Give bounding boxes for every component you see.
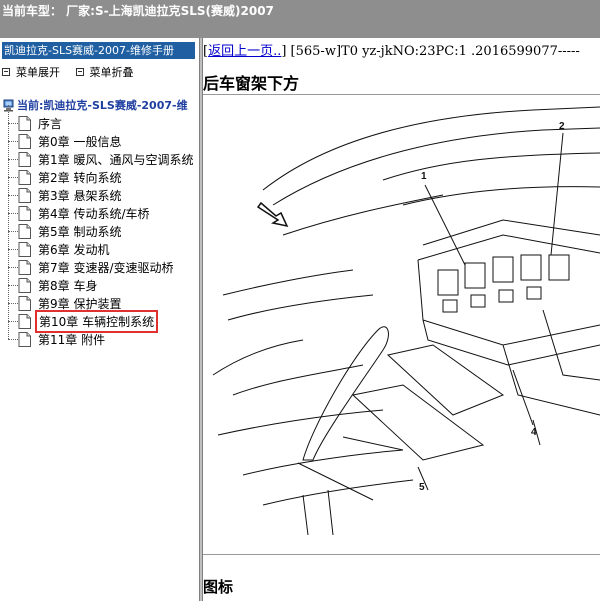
current-model-title: 当前车型： 厂家:S-上海凯迪拉克SLS(赛威)2007	[2, 4, 274, 18]
tree-line	[8, 303, 18, 304]
document-icon	[18, 206, 31, 221]
tree-item-label: 第0章 一般信息	[38, 135, 122, 149]
tree-line	[8, 213, 9, 231]
tree-item-label: 第4章 传动系统/车桥	[38, 207, 150, 221]
tree-line	[8, 105, 9, 123]
tree-line	[8, 141, 9, 159]
tree-line	[8, 159, 18, 160]
tree-item-label: 第1章 暖风、通风与空调系统	[38, 153, 194, 167]
tree-line	[8, 123, 9, 141]
tree-item-label: 第3章 悬架系统	[38, 189, 122, 203]
collapse-menu-button[interactable]: 菜单折叠	[75, 64, 134, 80]
back-link[interactable]: 返回上一页..	[208, 44, 281, 59]
title-bar: 当前车型： 厂家:S-上海凯迪拉克SLS(赛威)2007	[0, 0, 600, 38]
tree-line	[8, 123, 18, 124]
expand-menu-button[interactable]: 菜单展开	[2, 64, 60, 80]
tree-line	[8, 285, 9, 303]
document-icon	[18, 188, 31, 203]
tree-line	[8, 177, 18, 178]
document-icon	[18, 314, 31, 329]
expand-menu-label: 菜单展开	[16, 66, 60, 79]
tree-line	[8, 231, 18, 232]
tree-line	[8, 141, 18, 142]
document-icon	[18, 224, 31, 239]
tree-line	[8, 159, 9, 177]
document-icon	[18, 116, 31, 131]
tree-item-label: 第8章 车身	[38, 279, 98, 293]
callout-5: 5	[419, 482, 425, 493]
tree-item-label: 序言	[38, 117, 63, 131]
document-icon	[18, 296, 31, 311]
collapse-menu-label: 菜单折叠	[89, 66, 134, 79]
breadcrumb: [返回上一页..] [565-w]T0 yz-jkNO:23PC:1 .2016…	[203, 40, 580, 59]
tree-line	[8, 195, 18, 196]
callout-1: 1	[421, 171, 427, 182]
tree-line	[8, 249, 18, 250]
tree-line	[8, 213, 18, 214]
tree-line	[8, 285, 18, 286]
collapse-icon	[75, 68, 84, 76]
legend-title: 图标	[203, 578, 234, 596]
page-title: 后车窗架下方	[203, 74, 300, 93]
tree-line	[8, 303, 9, 321]
document-icon	[18, 134, 31, 149]
tree-item-label: 第9章 保护装置	[38, 297, 122, 311]
tree-item-label: 第2章 转向系统	[38, 171, 122, 185]
tree-line	[8, 321, 18, 322]
tree-root-label: 当前:凯迪拉克-SLS赛威-2007-维	[17, 99, 188, 112]
tree-item-label: 第10章 车辆控制系统	[34, 310, 159, 333]
callout-2: 2	[559, 121, 565, 132]
tree-line	[8, 321, 9, 339]
expand-icon	[2, 68, 10, 76]
tree-line	[8, 177, 9, 195]
content-pane: [返回上一页..] [565-w]T0 yz-jkNO:23PC:1 .2016…	[203, 38, 600, 601]
tree-line	[8, 249, 9, 267]
tree-line	[8, 267, 9, 285]
tree-item-label: 第11章 附件	[38, 333, 106, 347]
diagram-figure: 1 2 4 5	[203, 94, 600, 555]
tree-line	[8, 267, 18, 268]
menu-tools: 菜单展开 菜单折叠	[2, 64, 146, 80]
document-icon	[18, 278, 31, 293]
sidebar: 凯迪拉克-SLS赛威-2007-维修手册 菜单展开 菜单折叠 当前:凯迪拉克-S…	[0, 38, 200, 601]
tree-line	[8, 339, 18, 340]
tree-item-label: 第7章 变速器/变速驱动桥	[38, 261, 174, 275]
document-id-text: ] [565-w]T0 yz-jkNO:23PC:1 .2016599077--…	[281, 44, 580, 59]
document-icon	[18, 170, 31, 185]
tree-root[interactable]: 当前:凯迪拉克-SLS赛威-2007-维	[3, 96, 188, 114]
document-icon	[18, 242, 31, 257]
rear-window-frame-diagram: 1 2 4 5	[212, 106, 600, 536]
document-icon	[18, 260, 31, 275]
tree-item-label: 第5章 制动系统	[38, 225, 122, 239]
document-icon	[18, 332, 31, 347]
tree-item-label: 第6章 发动机	[38, 243, 110, 257]
tree-line	[8, 195, 9, 213]
document-icon	[18, 152, 31, 167]
callout-4: 4	[531, 427, 537, 438]
manual-title[interactable]: 凯迪拉克-SLS赛威-2007-维修手册	[2, 42, 195, 59]
tree-line	[8, 231, 9, 249]
